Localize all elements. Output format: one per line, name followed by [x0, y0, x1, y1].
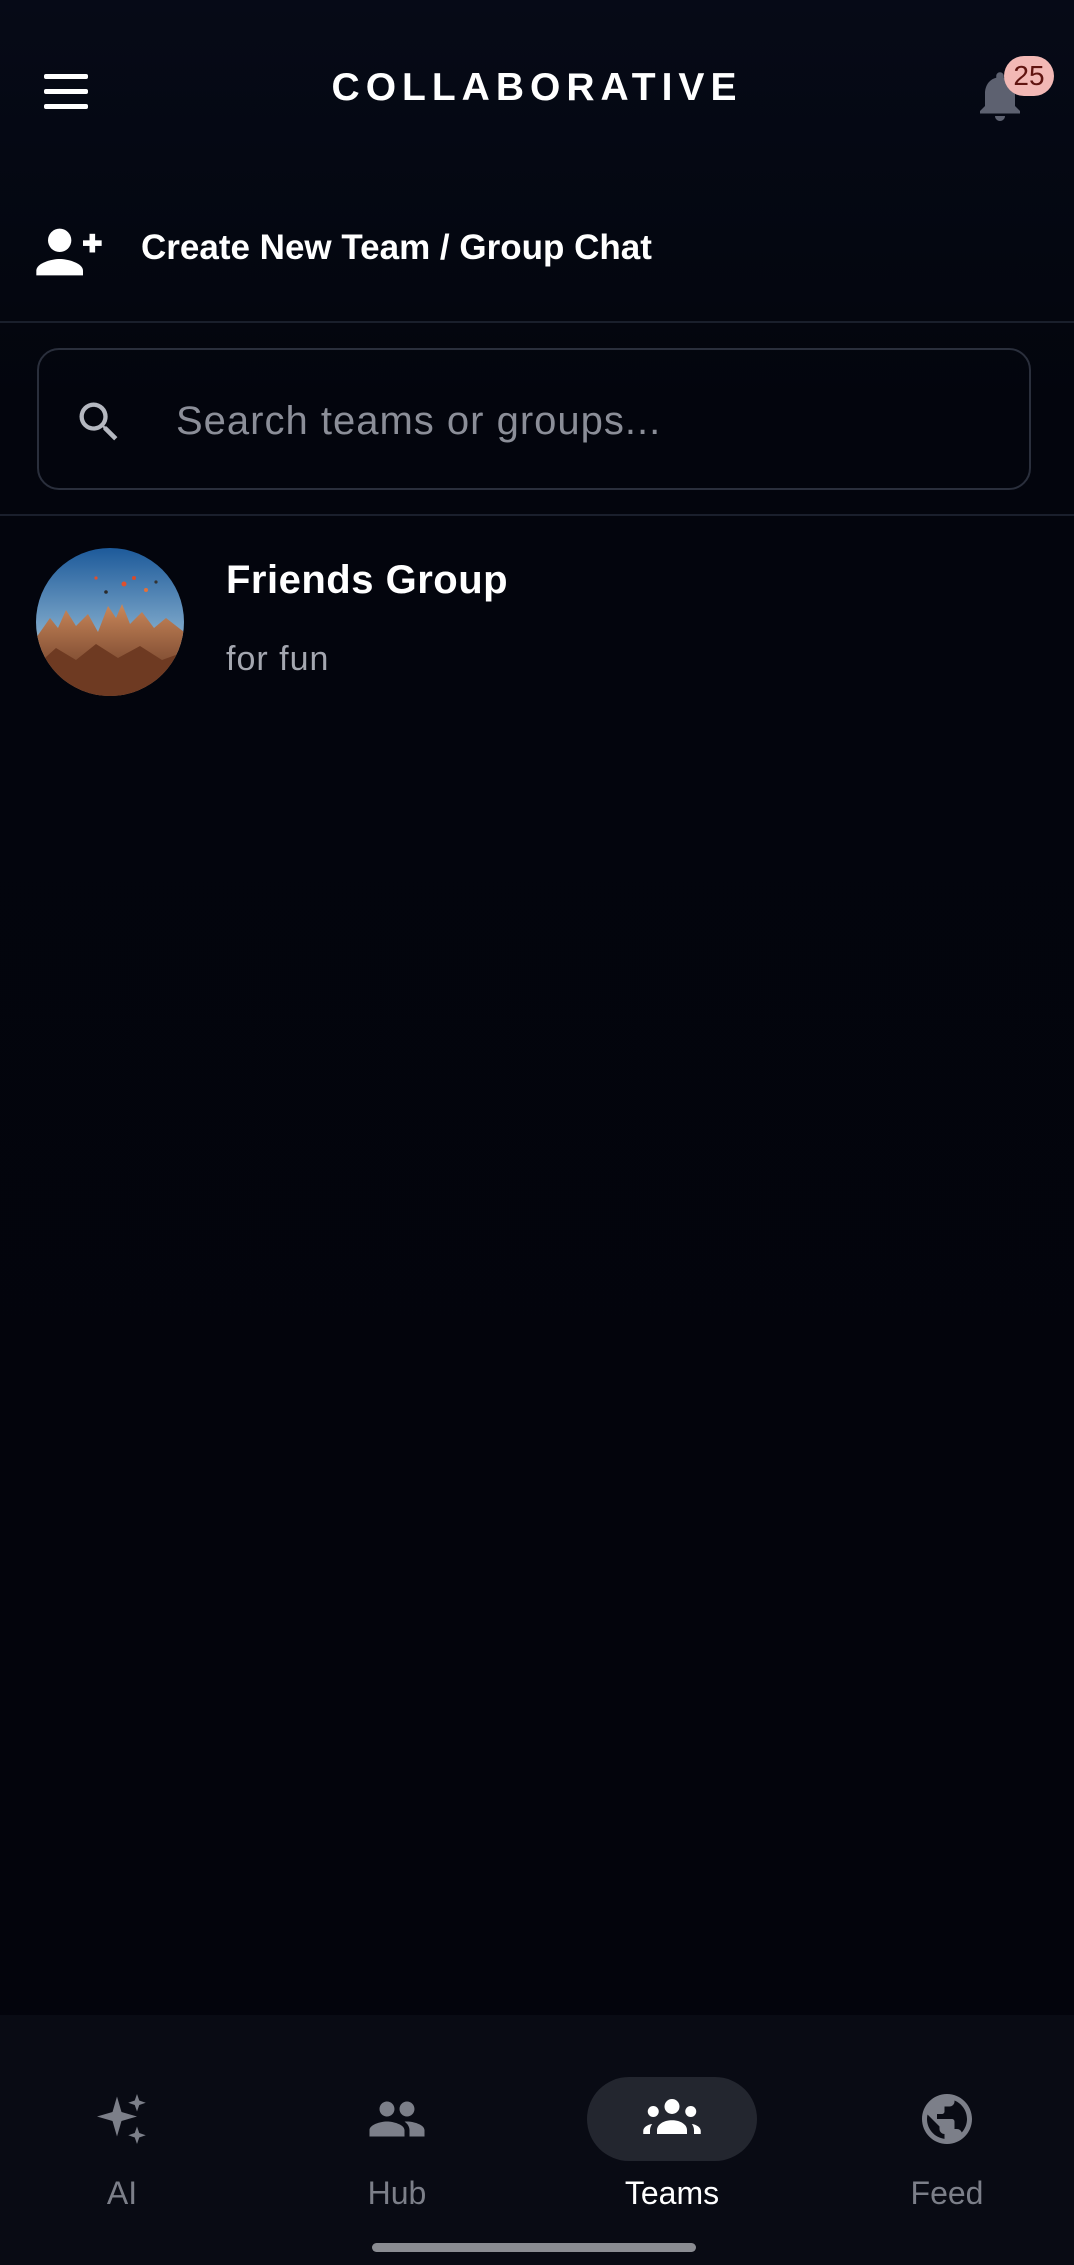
add-person-icon [36, 228, 102, 276]
top-app-bar: COLLABORATIVE 25 [0, 0, 1074, 180]
nav-item-feed[interactable]: Feed [847, 2045, 1047, 2211]
sparkles-icon [97, 2094, 146, 2144]
globe-icon [922, 2094, 972, 2144]
nav-item-teams[interactable]: Teams [572, 2045, 772, 2211]
nav-label-hub: Hub [367, 2175, 427, 2211]
nav-item-ai[interactable]: AI [22, 2045, 222, 2211]
nav-label-teams: Teams [624, 2175, 720, 2211]
nav-label-ai: AI [106, 2175, 138, 2211]
divider [0, 514, 1074, 516]
notification-count-badge: 25 [1004, 56, 1054, 96]
home-indicator[interactable] [372, 2243, 696, 2252]
people-icon [369, 2101, 425, 2137]
list-item-friends-group[interactable]: Friends Group for fun [0, 540, 1074, 710]
groups-icon [643, 2099, 701, 2134]
create-team-button[interactable]: Create New Team / Group Chat [0, 200, 1074, 320]
team-name: Friends Group [226, 558, 509, 602]
search-field[interactable] [37, 348, 1031, 490]
notifications-button[interactable]: 25 [970, 56, 1054, 126]
search-input[interactable] [174, 380, 998, 462]
group-avatar [36, 548, 184, 696]
nav-label-feed: Feed [910, 2175, 984, 2211]
team-description: for fun [226, 640, 330, 678]
app-title: COLLABORATIVE [331, 66, 743, 109]
nav-item-hub[interactable]: Hub [297, 2045, 497, 2211]
bottom-navigation-bar: AI Hub Teams Feed [0, 2015, 1074, 2265]
divider [0, 321, 1074, 323]
landscape-photo [36, 548, 184, 696]
search-icon [79, 402, 118, 441]
create-team-label: Create New Team / Group Chat [141, 228, 652, 267]
app-root: COLLABORATIVE 25 Create New Team / Group… [0, 0, 1074, 2265]
